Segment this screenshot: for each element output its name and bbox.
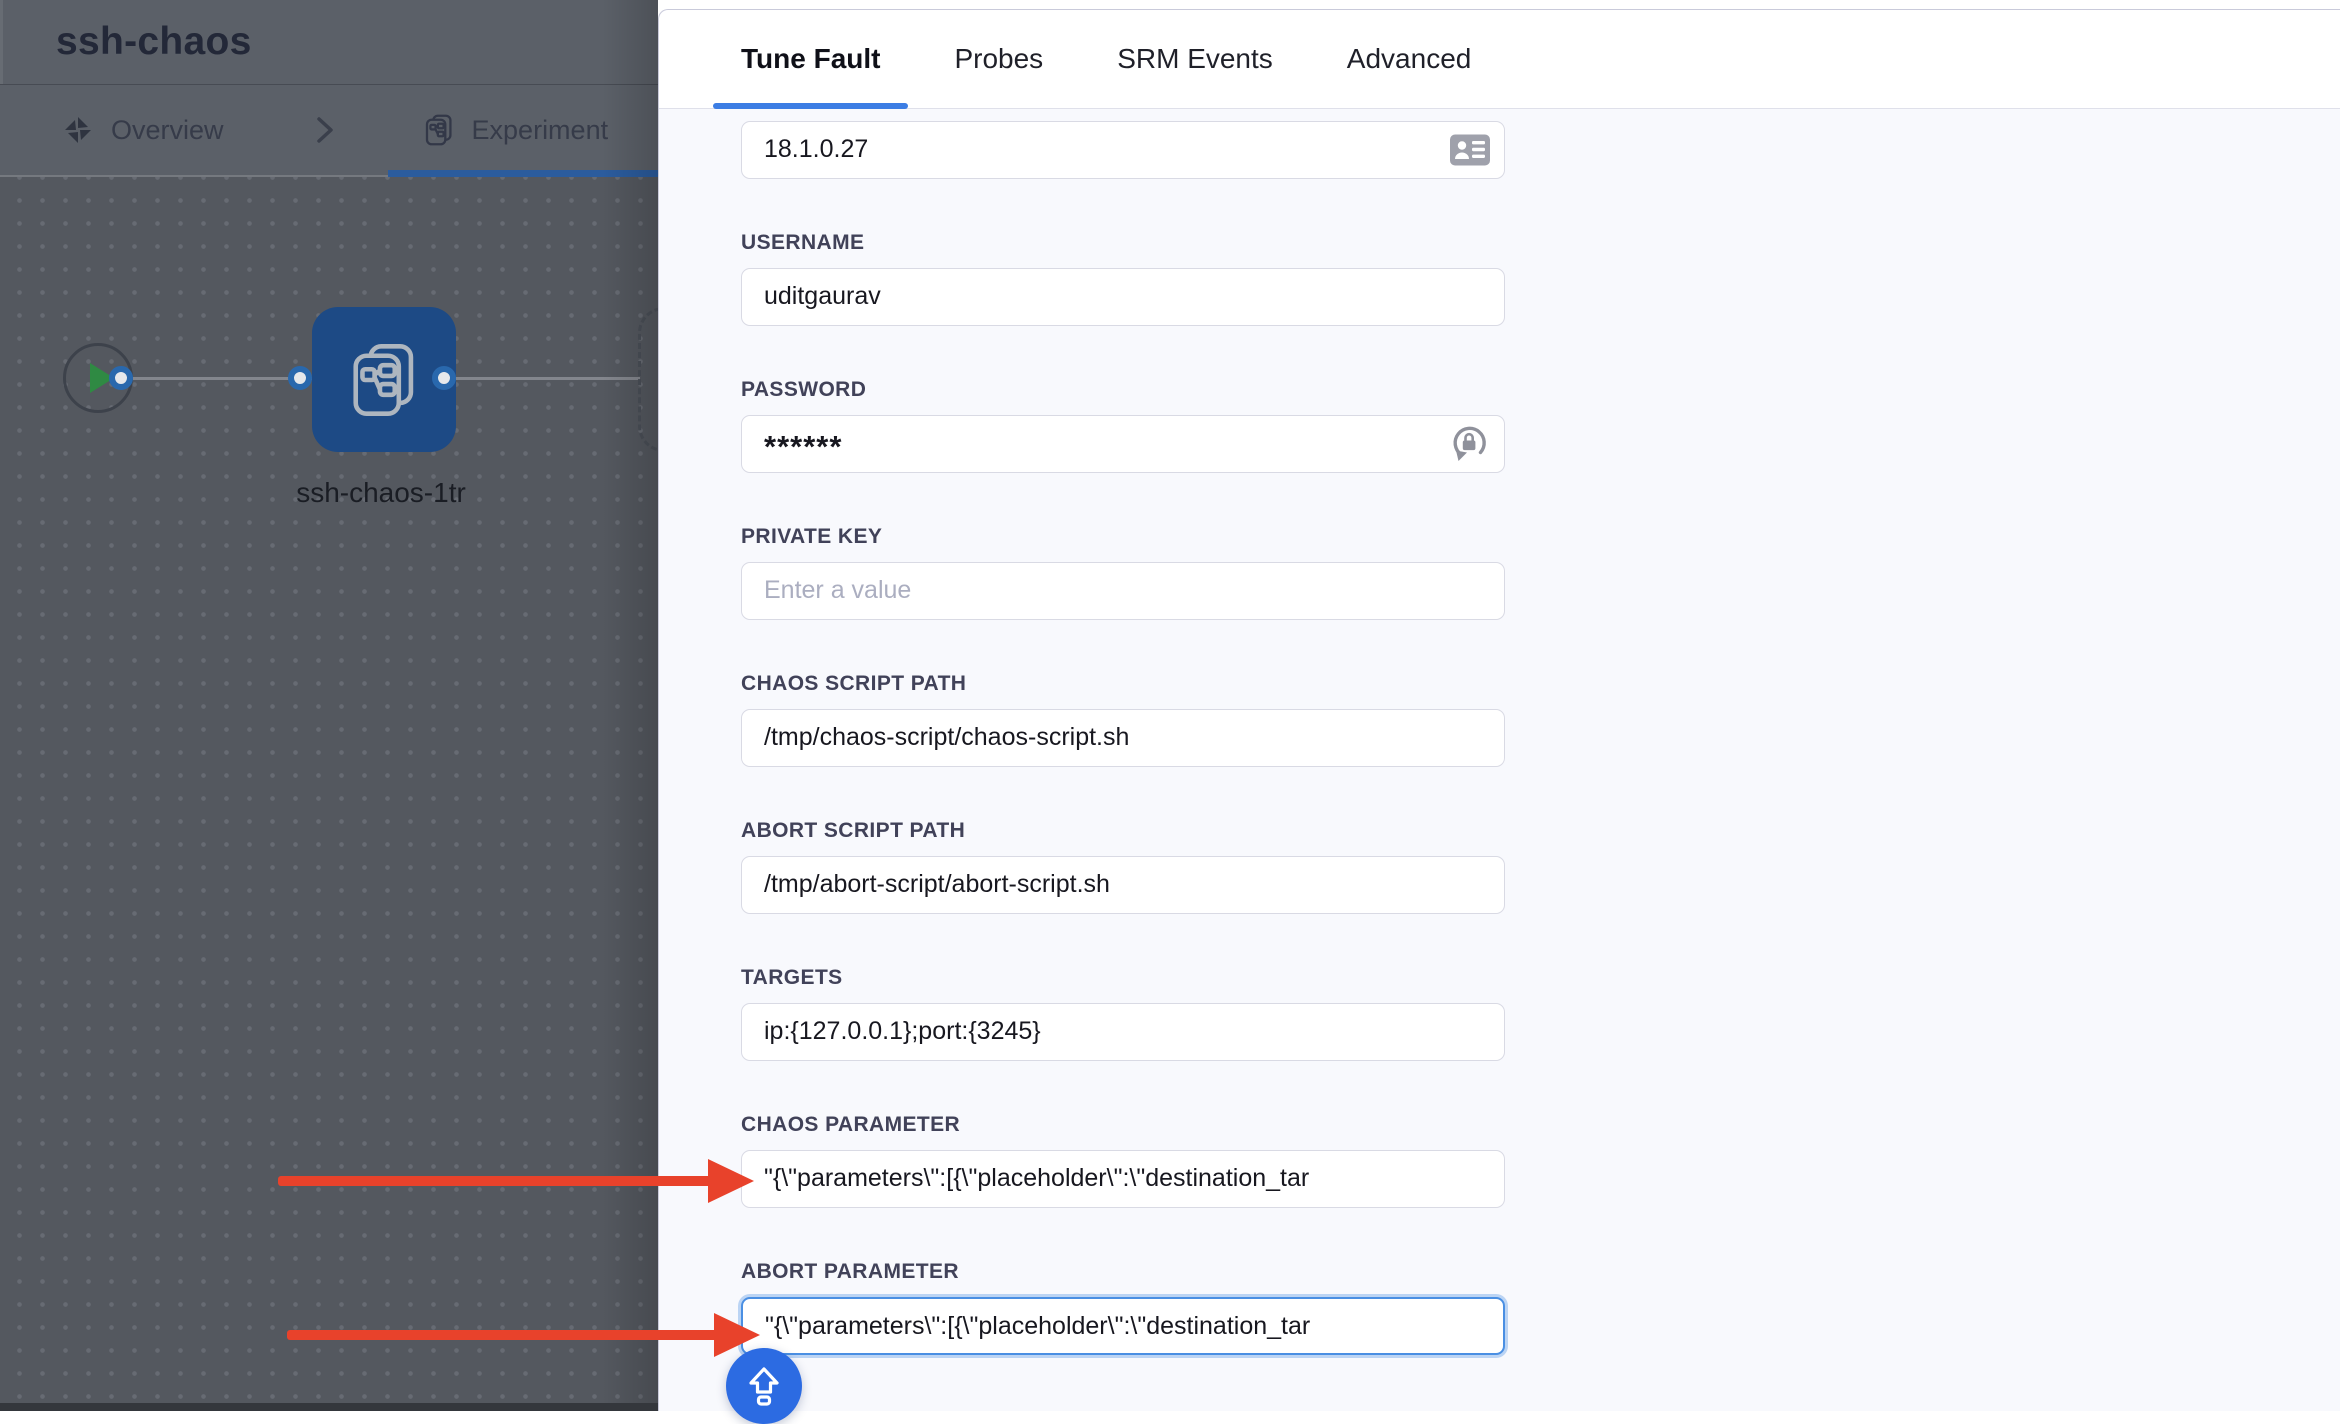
- field-password-label: PASSWORD: [741, 378, 1505, 402]
- field-ip-value: 18.1.0.27: [764, 122, 1440, 178]
- pinwheel-icon: [63, 115, 93, 145]
- breadcrumb-experiment-label: Experiment: [472, 115, 609, 146]
- field-chaos-parameter-value: "{\"parameters\":[{\"placeholder\":\"des…: [764, 1151, 1440, 1207]
- field-private-key-placeholder: Enter a value: [764, 563, 1440, 619]
- connector-dot[interactable]: [288, 366, 312, 390]
- window-bottom-edge: [0, 1403, 658, 1411]
- field-chaos-parameter-input[interactable]: "{\"parameters\":[{\"placeholder\":\"des…: [741, 1150, 1505, 1208]
- field-username-value: uditgaurav: [764, 269, 1440, 325]
- tab-probes[interactable]: Probes: [926, 10, 1071, 108]
- field-targets: TARGETS ip:{127.0.0.1};port:{3245}: [741, 966, 1505, 1061]
- field-private-key-label: PRIVATE KEY: [741, 525, 1505, 549]
- app-window: ssh-chaos Overview: [0, 0, 2340, 1411]
- field-chaos-script-path-label: CHAOS SCRIPT PATH: [741, 672, 1505, 696]
- edge-line: [456, 377, 640, 380]
- fault-node-icon: [349, 342, 419, 418]
- drawer-tabs: Tune FaultProbesSRM EventsAdvanced: [659, 10, 2340, 109]
- pipeline-panel: ssh-chaos Overview: [0, 0, 658, 1411]
- field-abort-parameter: ABORT PARAMETER "{\"parameters\":[{\"plac…: [741, 1260, 1505, 1355]
- password-reset-icon[interactable]: [1448, 423, 1490, 465]
- breadcrumb: Overview Experime: [0, 84, 658, 177]
- page-title: ssh-chaos: [56, 20, 252, 64]
- tab-advanced[interactable]: Advanced: [1319, 10, 1500, 108]
- field-private-key: PRIVATE KEY Enter a value: [741, 525, 1505, 620]
- upload-arrow-icon: [741, 1363, 787, 1409]
- edge-line: [133, 377, 312, 380]
- field-password: PASSWORD ******: [741, 378, 1505, 473]
- pipeline-canvas[interactable]: ssh-chaos-1tr: [0, 177, 658, 1411]
- field-ip-input[interactable]: 18.1.0.27: [741, 121, 1505, 179]
- field-username: USERNAME uditgaurav: [741, 231, 1505, 326]
- chevron-right-icon: [314, 115, 336, 145]
- breadcrumb-overview-label: Overview: [111, 115, 224, 146]
- experiment-builder-icon: [424, 114, 454, 146]
- field-username-input[interactable]: uditgaurav: [741, 268, 1505, 326]
- connector-dot[interactable]: [109, 366, 133, 390]
- field-chaos-script-path: CHAOS SCRIPT PATH/tmp/chaos-script/chaos…: [741, 672, 1505, 767]
- tune-fault-drawer: Tune FaultProbesSRM EventsAdvanced 18.1.…: [658, 9, 2340, 1411]
- field-abort-script-path: ABORT SCRIPT PATH/tmp/abort-script/abort…: [741, 819, 1505, 914]
- field-username-label: USERNAME: [741, 231, 1505, 255]
- field-private-key-input[interactable]: Enter a value: [741, 562, 1505, 620]
- tab-tune-fault[interactable]: Tune Fault: [713, 10, 908, 108]
- breadcrumb-overview[interactable]: Overview: [63, 115, 224, 146]
- add-node-placeholder[interactable]: [638, 307, 658, 452]
- field-targets-input[interactable]: ip:{127.0.0.1};port:{3245}: [741, 1003, 1505, 1061]
- fault-node-label: ssh-chaos-1tr: [271, 477, 491, 509]
- field-abort-script-path-input[interactable]: /tmp/abort-script/abort-script.sh: [741, 856, 1505, 914]
- field-targets-label: TARGETS: [741, 966, 1505, 990]
- field-chaos-parameter: CHAOS PARAMETER "{\"parameters\":[{\"plac…: [741, 1113, 1505, 1208]
- field-abort-parameter-input[interactable]: "{\"parameters\":[{\"placeholder\":\"des…: [741, 1297, 1505, 1355]
- field-targets-value: ip:{127.0.0.1};port:{3245}: [764, 1004, 1440, 1060]
- tab-srm-events[interactable]: SRM Events: [1089, 10, 1301, 108]
- field-abort-script-path-value: /tmp/abort-script/abort-script.sh: [764, 857, 1440, 913]
- field-chaos-script-path-value: /tmp/chaos-script/chaos-script.sh: [764, 710, 1440, 766]
- field-chaos-script-path-input[interactable]: /tmp/chaos-script/chaos-script.sh: [741, 709, 1505, 767]
- field-abort-parameter-label: ABORT PARAMETER: [741, 1260, 1505, 1284]
- field-abort-script-path-label: ABORT SCRIPT PATH: [741, 819, 1505, 843]
- field-chaos-parameter-label: CHAOS PARAMETER: [741, 1113, 1505, 1137]
- connector-dot[interactable]: [432, 366, 456, 390]
- titlebar: ssh-chaos: [0, 0, 658, 84]
- active-tab-underline: [388, 170, 658, 177]
- field-password-input[interactable]: ******: [741, 415, 1505, 473]
- field-password-value: ******: [764, 416, 1440, 472]
- drawer-body: 18.1.0.27 USERNAME uditgaurav PASSWORD *****…: [659, 109, 2340, 1411]
- field-ip: 18.1.0.27: [741, 121, 1505, 179]
- fab-button[interactable]: [726, 1348, 802, 1424]
- field-abort-parameter-value: "{\"parameters\":[{\"placeholder\":\"des…: [765, 1299, 1439, 1353]
- breadcrumb-experiment[interactable]: Experiment: [424, 114, 609, 146]
- id-card-icon[interactable]: [1450, 135, 1490, 166]
